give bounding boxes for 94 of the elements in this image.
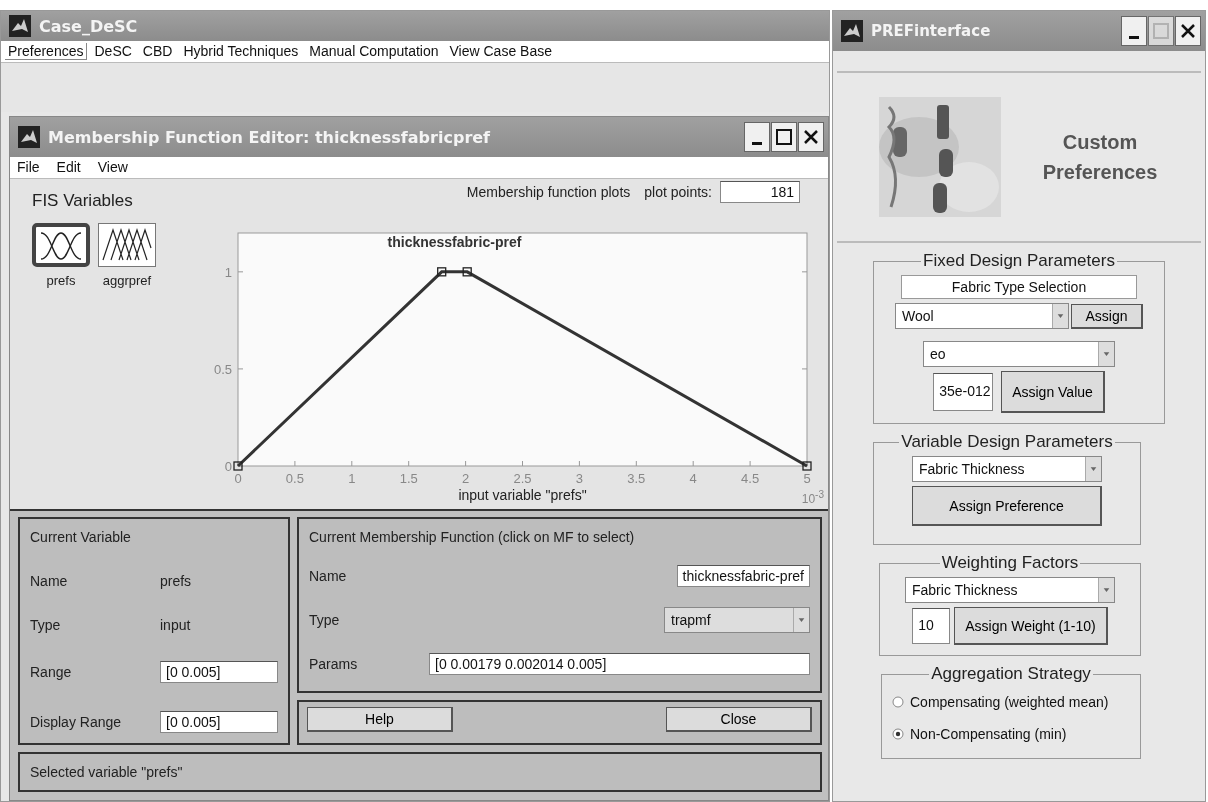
value-field[interactable]: 35e-012 [933,373,994,411]
x-tick-label: 3 [575,471,583,486]
minimize-icon [752,141,762,145]
menu-item[interactable]: View Case Base [446,42,556,60]
mf-type-dropdown[interactable]: trapmf [664,607,810,633]
app-icon [841,20,863,42]
field-label: Display Range [30,714,123,730]
x-tick-label: 0.5 [285,471,304,486]
variable-selector[interactable] [32,223,90,267]
field-label: Params [309,656,359,672]
x-tick-label: 4.5 [741,471,760,486]
close-button[interactable] [798,122,824,152]
radio-option[interactable]: Compensating (weighted mean) [892,688,1109,716]
y-tick-label: 0.5 [213,361,232,377]
display-range-field[interactable]: [0 0.005] [160,711,278,733]
field-label: Range [30,664,73,680]
variable-type: input [160,617,192,633]
triangle-functions-icon [101,228,153,262]
menu-item[interactable]: CBD [139,42,177,60]
x-tick-label: 4 [689,471,697,486]
group-title: Weighting Factors [940,553,1080,573]
weight-field[interactable]: 10 [912,608,951,644]
axis-exponent: 10$^{-3}$ [801,488,824,507]
close-button[interactable] [1175,16,1201,46]
assign-value-button[interactable]: Assign Value [1001,371,1105,413]
section-label: FIS Variables [32,191,134,211]
field-label: Type [309,612,341,628]
menu-item[interactable]: DeSC [91,42,136,60]
window-title: Membership Function Editor: thicknessfabricpref [48,127,492,147]
app-icon [9,15,31,37]
plot-points-label: plot points: [644,184,712,200]
weighting-parameter-dropdown[interactable]: Fabric Thickness [905,577,1115,603]
dialog-button[interactable]: Close [666,707,812,732]
menu-item[interactable]: File [14,159,44,176]
menu-item[interactable]: Hybrid Techniques [180,42,303,60]
minimize-icon [1129,35,1139,39]
x-tick-label: 2.5 [513,471,532,486]
fabric-type-dropdown[interactable]: Wool [895,303,1069,329]
group-title: Fixed Design Parameters [922,251,1116,271]
membership-curves-icon [39,229,83,261]
field-label: Type [30,617,62,633]
range-field[interactable]: [0 0.005] [160,661,278,683]
radio-option[interactable]: Non-Compensating (min) [892,720,1067,748]
assign-button[interactable]: Assign [1071,303,1143,329]
status-text: Selected variable "prefs" [30,764,183,780]
point-marker [437,267,447,277]
field-label: Name [309,568,348,584]
x-tick-label: 3.5 [627,471,646,486]
window-title: PREFinterface [871,22,992,40]
variable-selector[interactable] [98,223,156,267]
app-icon [18,126,40,148]
menu-item[interactable]: Preferences [5,42,88,60]
maximize-icon [776,129,792,145]
mf-name-field[interactable]: thicknessfabric-pref [676,565,810,587]
y-tick-label: 1 [224,264,232,280]
property-dropdown[interactable]: eo [923,341,1115,367]
variable-parameter-dropdown[interactable]: Fabric Thickness [912,456,1102,482]
close-icon [1180,23,1196,39]
assign-weight-button[interactable]: Assign Weight (1-10) [954,607,1108,645]
x-tick-label: 1 [348,471,356,486]
menu-item[interactable]: Edit [53,159,85,176]
menu-item[interactable]: Manual Computation [306,42,443,60]
x-tick-label: 1.5 [399,471,418,486]
panel-title: Current Variable [30,529,132,545]
field-label: Name [30,573,69,589]
x-tick-label: 5 [803,471,811,486]
plot-points-field[interactable]: 181 [720,181,800,203]
maximize-button[interactable] [771,122,797,152]
variable-label: aggrpref [102,273,152,288]
y-tick-label: 0 [224,459,232,474]
close-icon [803,129,819,145]
fabric-type-label: Fabric Type Selection [901,275,1137,299]
point-marker [462,267,472,277]
params-field[interactable]: [0 0.00179 0.002014 0.005] [429,653,810,675]
variable-label: prefs [46,273,76,288]
point-marker [233,461,243,471]
dialog-button[interactable]: Help [307,707,453,732]
assign-preference-button[interactable]: Assign Preference [912,486,1102,526]
maximize-icon [1153,23,1169,39]
x-tick-label: 2 [462,471,470,486]
heading: Custom Preferences [1041,130,1159,185]
minimize-button[interactable] [744,122,770,152]
group-title: Aggregation Strategy [930,664,1092,684]
minimize-button[interactable] [1121,16,1147,46]
group-title: Variable Design Parameters [900,432,1114,452]
plots-label: Membership function plots [466,184,631,200]
variable-name: prefs [160,573,193,589]
menu-item[interactable]: View [94,159,132,176]
series-title: thicknessfabric-pref [387,234,522,250]
point-marker [802,461,812,471]
x-tick-label: 0 [234,471,242,486]
window-title: Case_DeSC [39,16,139,36]
x-axis-label: input variable "prefs" [458,487,587,503]
panel-title: Current Membership Function (click on MF to select) [309,529,636,545]
